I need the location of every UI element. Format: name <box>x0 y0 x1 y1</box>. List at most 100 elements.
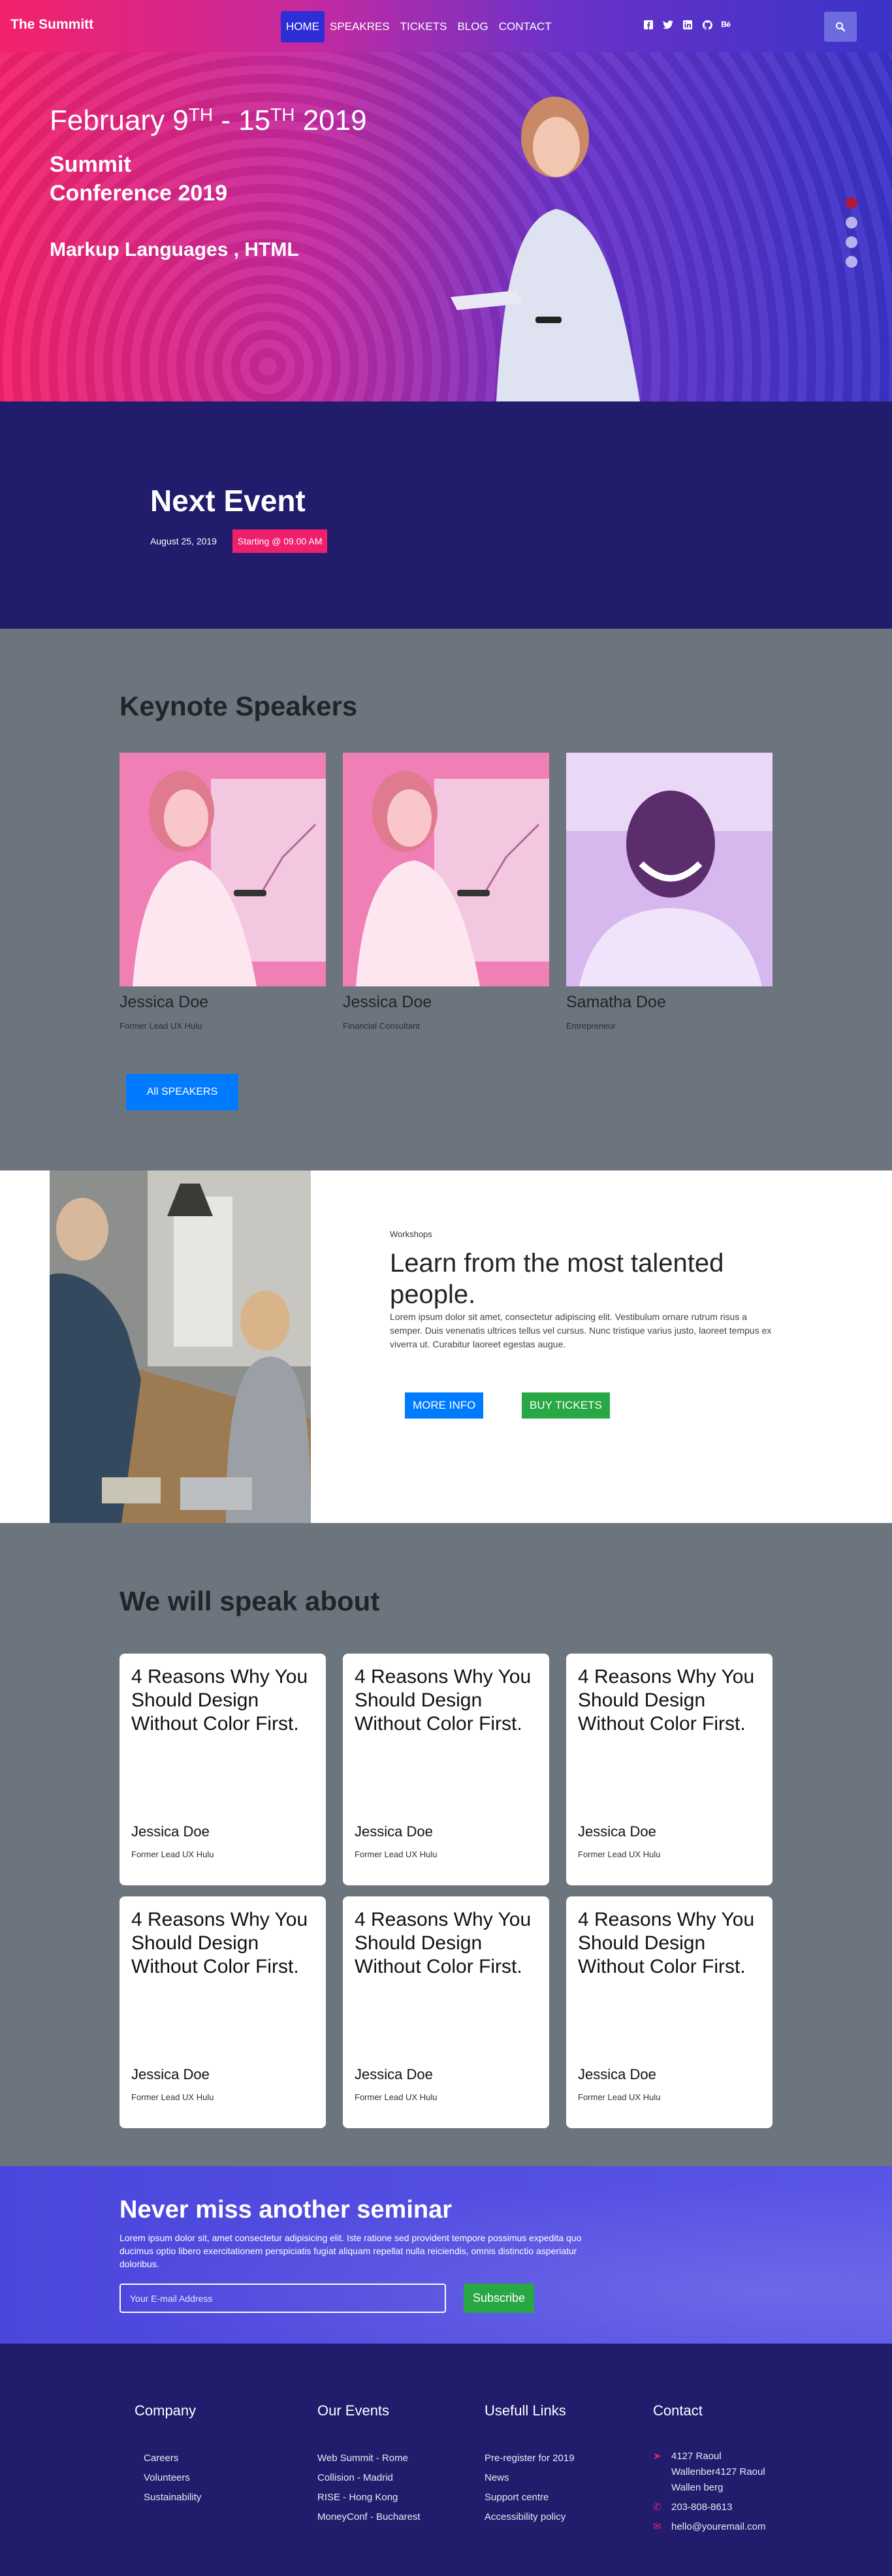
footer-useful-links: Usefull Links Pre-register for 2019 News… <box>485 2402 575 2527</box>
brand-logo[interactable]: The Summitt <box>10 17 93 33</box>
topic-speaker-role: Former Lead UX Hulu <box>578 1849 661 1859</box>
footer-link[interactable]: Collision - Madrid <box>317 2468 421 2488</box>
footer-contact: Contact ➤ 4127 Raoul Wallenber4127 Raoul… <box>653 2402 784 2539</box>
speaker-name: Jessica Doe <box>119 993 209 1011</box>
workshops-section: Workshops Learn from the most talented p… <box>0 1170 892 1523</box>
topic-speaker-role: Former Lead UX Hulu <box>355 1849 438 1859</box>
newsletter-section: Never miss another seminar Lorem ipsum d… <box>0 2166 892 2344</box>
phone-icon: ✆ <box>653 2502 661 2513</box>
topic-card[interactable]: 4 Reasons Why You Should Design Without … <box>343 1654 549 1885</box>
location-arrow-icon: ➤ <box>653 2451 661 2462</box>
more-info-button[interactable]: MORE INFO <box>405 1392 484 1419</box>
topic-speaker-role: Former Lead UX Hulu <box>131 1849 214 1859</box>
topic-card[interactable]: 4 Reasons Why You Should Design Without … <box>566 1654 773 1885</box>
topic-speaker-role: Former Lead UX Hulu <box>131 2092 214 2102</box>
hero-subtitle: Markup Languages , HTML <box>50 239 299 260</box>
footer-link[interactable]: RISE - Hong Kong <box>317 2488 421 2507</box>
workshops-text: Lorem ipsum dolor sit amet, consectetur … <box>390 1312 772 1349</box>
email-input[interactable] <box>119 2284 446 2313</box>
carousel-dot[interactable] <box>846 256 857 268</box>
footer-heading: Company <box>135 2402 197 2419</box>
speaker-role: Entrepreneur <box>566 1021 616 1031</box>
next-event-section: Next Event August 25, 2019 Starting @ 09… <box>0 401 892 629</box>
nav-blog[interactable]: BLOG <box>452 11 493 42</box>
topic-title: 4 Reasons Why You Should Design Without … <box>131 1666 308 1735</box>
page: February 9TH - 15TH 2019 Summit Conferen… <box>0 0 892 2576</box>
next-event-start-badge: Starting @ 09.00 AM <box>232 529 328 553</box>
hero-date: February 9TH - 15TH 2019 <box>50 104 367 136</box>
footer-events: Our Events Web Summit - Rome Collision -… <box>317 2402 421 2527</box>
speaker-photo <box>566 753 773 986</box>
facebook-icon[interactable] <box>643 20 654 30</box>
footer-heading: Contact <box>653 2402 703 2419</box>
speaker-role: Former Lead UX Hulu <box>119 1021 202 1031</box>
carousel-dot[interactable] <box>846 236 857 248</box>
next-event-date: August 25, 2019 <box>150 536 217 546</box>
search-button[interactable] <box>824 12 857 42</box>
carousel-dot[interactable] <box>846 197 857 209</box>
footer-link[interactable]: Careers <box>144 2449 201 2468</box>
nav-contact[interactable]: CONTACT <box>494 11 557 42</box>
topic-title: 4 Reasons Why You Should Design Without … <box>131 1909 308 1977</box>
footer-link[interactable]: MoneyConf - Bucharest <box>317 2507 421 2527</box>
topic-card[interactable]: 4 Reasons Why You Should Design Without … <box>566 1896 773 2128</box>
hero-title: Summit Conference 2019 <box>50 152 228 206</box>
contact-email: ✉ hello@youremail.com <box>653 2519 784 2535</box>
topic-speaker-name: Jessica Doe <box>578 1823 656 1840</box>
nav-home[interactable]: HOME <box>281 11 325 42</box>
speaker-card[interactable]: Jessica Doe Financial Consultant <box>343 753 549 1031</box>
topics-heading: We will speak about <box>119 1586 380 1616</box>
speaker-name: Jessica Doe <box>343 993 432 1011</box>
twitter-icon[interactable] <box>663 20 673 30</box>
topic-card[interactable]: 4 Reasons Why You Should Design Without … <box>343 1896 549 2128</box>
contact-email-text[interactable]: hello@youremail.com <box>671 2519 765 2535</box>
contact-address: ➤ 4127 Raoul Wallenber4127 Raoul Wallen … <box>653 2449 784 2496</box>
subscribe-button[interactable]: Subscribe <box>464 2284 535 2313</box>
nav-tickets[interactable]: TICKETS <box>395 11 453 42</box>
footer-heading: Usefull Links <box>485 2402 566 2419</box>
topic-card[interactable]: 4 Reasons Why You Should Design Without … <box>119 1654 326 1885</box>
footer-link[interactable]: Sustainability <box>144 2488 201 2507</box>
hero-section: February 9TH - 15TH 2019 Summit Conferen… <box>0 0 892 401</box>
topic-speaker-name: Jessica Doe <box>355 2066 433 2082</box>
speaker-role: Financial Consultant <box>343 1021 420 1031</box>
topic-speaker-name: Jessica Doe <box>131 2066 210 2082</box>
footer-heading: Our Events <box>317 2402 390 2419</box>
footer-link[interactable]: Volunteers <box>144 2468 201 2488</box>
footer-company: Company Careers Volunteers Sustainabilit… <box>135 2402 201 2507</box>
footer-link[interactable]: Web Summit - Rome <box>317 2449 421 2468</box>
topic-title: 4 Reasons Why You Should Design Without … <box>355 1909 532 1977</box>
contact-phone-text[interactable]: 203-808-8613 <box>671 2500 732 2515</box>
footer-link[interactable]: News <box>485 2468 575 2488</box>
contact-phone: ✆ 203-808-8613 <box>653 2500 784 2515</box>
footer: Company Careers Volunteers Sustainabilit… <box>0 2344 892 2576</box>
topic-title: 4 Reasons Why You Should Design Without … <box>578 1666 755 1735</box>
nav-links: HOME SPEAKRES TICKETS BLOG CONTACT <box>281 11 557 42</box>
speaker-name: Samatha Doe <box>566 993 666 1011</box>
footer-link[interactable]: Accessibility policy <box>485 2507 575 2527</box>
speaker-card[interactable]: Samatha Doe Entrepreneur <box>566 753 773 1031</box>
carousel-dot[interactable] <box>846 217 857 228</box>
footer-link[interactable]: Pre-register for 2019 <box>485 2449 575 2468</box>
hero-speaker-image <box>451 97 640 401</box>
speaker-card[interactable]: Jessica Doe Former Lead UX Hulu <box>119 753 326 1031</box>
buy-tickets-button[interactable]: BUY TICKETS <box>522 1392 610 1419</box>
workshops-label: Workshops <box>390 1229 432 1239</box>
linkedin-icon[interactable] <box>682 20 693 30</box>
topic-card[interactable]: 4 Reasons Why You Should Design Without … <box>119 1896 326 2128</box>
newsletter-heading: Never miss another seminar <box>119 2196 453 2223</box>
behance-icon[interactable] <box>722 20 732 30</box>
topic-speaker-role: Former Lead UX Hulu <box>578 2092 661 2102</box>
topic-speaker-name: Jessica Doe <box>131 1823 210 1840</box>
topic-title: 4 Reasons Why You Should Design Without … <box>355 1666 532 1735</box>
navbar: The Summitt HOME SPEAKRES TICKETS BLOG C… <box>0 0 892 52</box>
topic-speaker-name: Jessica Doe <box>355 1823 433 1840</box>
topics-section: We will speak about 4 Reasons Why You Sh… <box>0 1523 892 2166</box>
github-icon[interactable] <box>702 20 712 30</box>
nav-speakers[interactable]: SPEAKRES <box>325 11 395 42</box>
envelope-icon: ✉ <box>653 2521 661 2532</box>
contact-address-text: 4127 Raoul Wallenber4127 Raoul Wallen be… <box>671 2451 765 2493</box>
all-speakers-button[interactable]: All SPEAKERS <box>126 1074 238 1110</box>
footer-link[interactable]: Support centre <box>485 2488 575 2507</box>
workshop-photo <box>50 1170 311 1523</box>
